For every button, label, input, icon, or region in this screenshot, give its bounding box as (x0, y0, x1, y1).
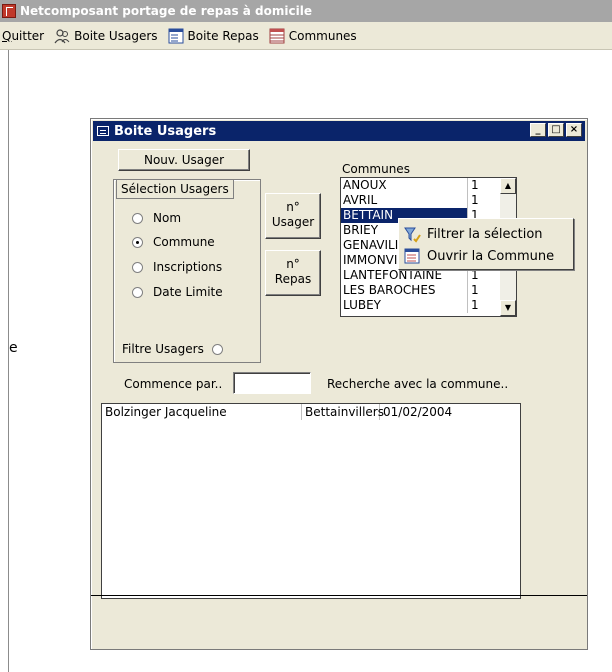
list-item[interactable]: LUBEY 1 (341, 298, 516, 313)
n-usager-line2: Usager (271, 215, 315, 229)
maximize-icon[interactable]: □ (548, 123, 564, 137)
commune-count: 1 (471, 193, 479, 207)
app-title-bar: Netcomposant portage de repas à domicile (0, 0, 612, 22)
radio-option-nom[interactable]: Nom (132, 211, 181, 225)
radio-date-limite-label: Date Limite (153, 285, 223, 299)
form-icon (97, 126, 109, 136)
scroll-up-icon[interactable]: ▲ (500, 178, 516, 194)
filter-users-row[interactable]: Filtre Usagers (122, 342, 233, 356)
commune-count: 1 (471, 178, 479, 192)
list-item[interactable]: AVRIL 1 (341, 193, 516, 208)
scroll-down-icon[interactable]: ▼ (500, 300, 516, 316)
radio-option-commune[interactable]: Commune (132, 235, 215, 249)
list-item[interactable]: ANOUX 1 (341, 178, 516, 193)
radio-option-date-limite[interactable]: Date Limite (132, 285, 223, 299)
menu-boite-usagers[interactable]: Boite Usagers (54, 28, 158, 44)
filter-users-label: Filtre Usagers (122, 342, 204, 356)
menu-boite-repas[interactable]: Boite Repas (168, 28, 259, 44)
minimize-icon[interactable]: _ (530, 123, 546, 137)
n-repas-button[interactable]: n° Repas (265, 250, 321, 296)
commune-name: LUBEY (341, 298, 468, 313)
starts-with-label: Commence par.. (124, 377, 223, 391)
radio-inscriptions-label: Inscriptions (153, 260, 223, 274)
table-row[interactable]: Bolzinger Jacqueline Bettainvillers 01/0… (102, 404, 452, 420)
window-title-bar[interactable]: Boite Usagers _ □ × (93, 121, 585, 141)
commune-count: 1 (471, 268, 479, 282)
radio-option-inscriptions[interactable]: Inscriptions (132, 260, 222, 274)
menu-quit-hotkey: Q (2, 28, 12, 43)
context-menu-filter-label: Filtrer la sélection (427, 226, 543, 242)
n-usager-button[interactable]: n° Usager (265, 193, 321, 239)
form-icon (168, 28, 184, 43)
users-icon (54, 28, 70, 43)
radio-inscriptions[interactable] (132, 261, 143, 273)
table-icon (269, 28, 285, 43)
window-controls: _ □ × (528, 123, 582, 137)
radio-commune-label: Commune (153, 235, 215, 249)
form-icon (404, 248, 420, 264)
commune-name: LES BAROCHES (341, 283, 468, 298)
page-edge-glyph: e (9, 340, 18, 356)
access-app-icon (2, 4, 16, 18)
communes-label: Communes (342, 162, 410, 176)
results-listbox[interactable]: Bolzinger Jacqueline Bettainvillers 01/0… (101, 403, 521, 599)
menu-quit-label: uitter (11, 28, 45, 43)
context-menu: Filtrer la sélection Ouvrir la Commune (398, 218, 574, 270)
list-item[interactable]: LES BAROCHES 1 (341, 283, 516, 298)
commune-name: ANOUX (341, 178, 468, 193)
menu-boite-repas-label: Boite Repas (187, 28, 259, 43)
context-menu-open-commune[interactable]: Ouvrir la Commune (403, 247, 554, 265)
starts-with-input[interactable] (233, 372, 311, 394)
result-name: Bolzinger Jacqueline (102, 404, 302, 420)
menu-communes-label: Communes (288, 28, 357, 43)
result-commune: Bettainvillers (302, 404, 384, 420)
menu-boite-usagers-label: Boite Usagers (74, 28, 158, 43)
filter-icon (404, 227, 421, 243)
commune-name: LANTEFONTAINE (341, 268, 468, 283)
n-repas-line1: n° (286, 257, 300, 271)
search-commune-label: Recherche avec la commune.. (327, 377, 509, 391)
n-usager-line1: n° (286, 200, 300, 214)
radio-commune[interactable] (132, 236, 143, 248)
menu-bar: Quitter Boite Usagers Boite Repas Commun… (0, 22, 612, 50)
new-user-button[interactable]: Nouv. Usager (118, 149, 250, 171)
commune-count: 1 (471, 298, 479, 312)
n-repas-line2: Repas (274, 272, 312, 286)
radio-date-limite[interactable] (132, 286, 143, 298)
radio-filter-users[interactable] (211, 343, 223, 355)
menu-quit[interactable]: Quitter (2, 29, 44, 43)
radio-nom[interactable] (132, 212, 143, 224)
boite-usagers-window: Boite Usagers _ □ × Nouv. Usager Sélecti… (90, 118, 588, 650)
list-item[interactable]: LANTEFONTAINE 1 (341, 268, 516, 283)
close-icon[interactable]: × (566, 123, 582, 137)
window-divider (91, 595, 587, 596)
context-menu-open-label: Ouvrir la Commune (427, 248, 555, 264)
selection-users-group: Sélection Usagers Nom Commune Inscriptio… (113, 179, 261, 363)
radio-nom-label: Nom (153, 211, 182, 225)
commune-name: AVRIL (341, 193, 468, 208)
menu-communes[interactable]: Communes (269, 28, 357, 44)
app-title: Netcomposant portage de repas à domicile (20, 4, 312, 18)
result-date: 01/02/2004 (383, 405, 453, 419)
window-title: Boite Usagers (114, 123, 217, 139)
selection-users-label: Sélection Usagers (116, 179, 234, 199)
context-menu-filter-selection[interactable]: Filtrer la sélection (403, 225, 543, 243)
commune-count: 1 (471, 283, 479, 297)
